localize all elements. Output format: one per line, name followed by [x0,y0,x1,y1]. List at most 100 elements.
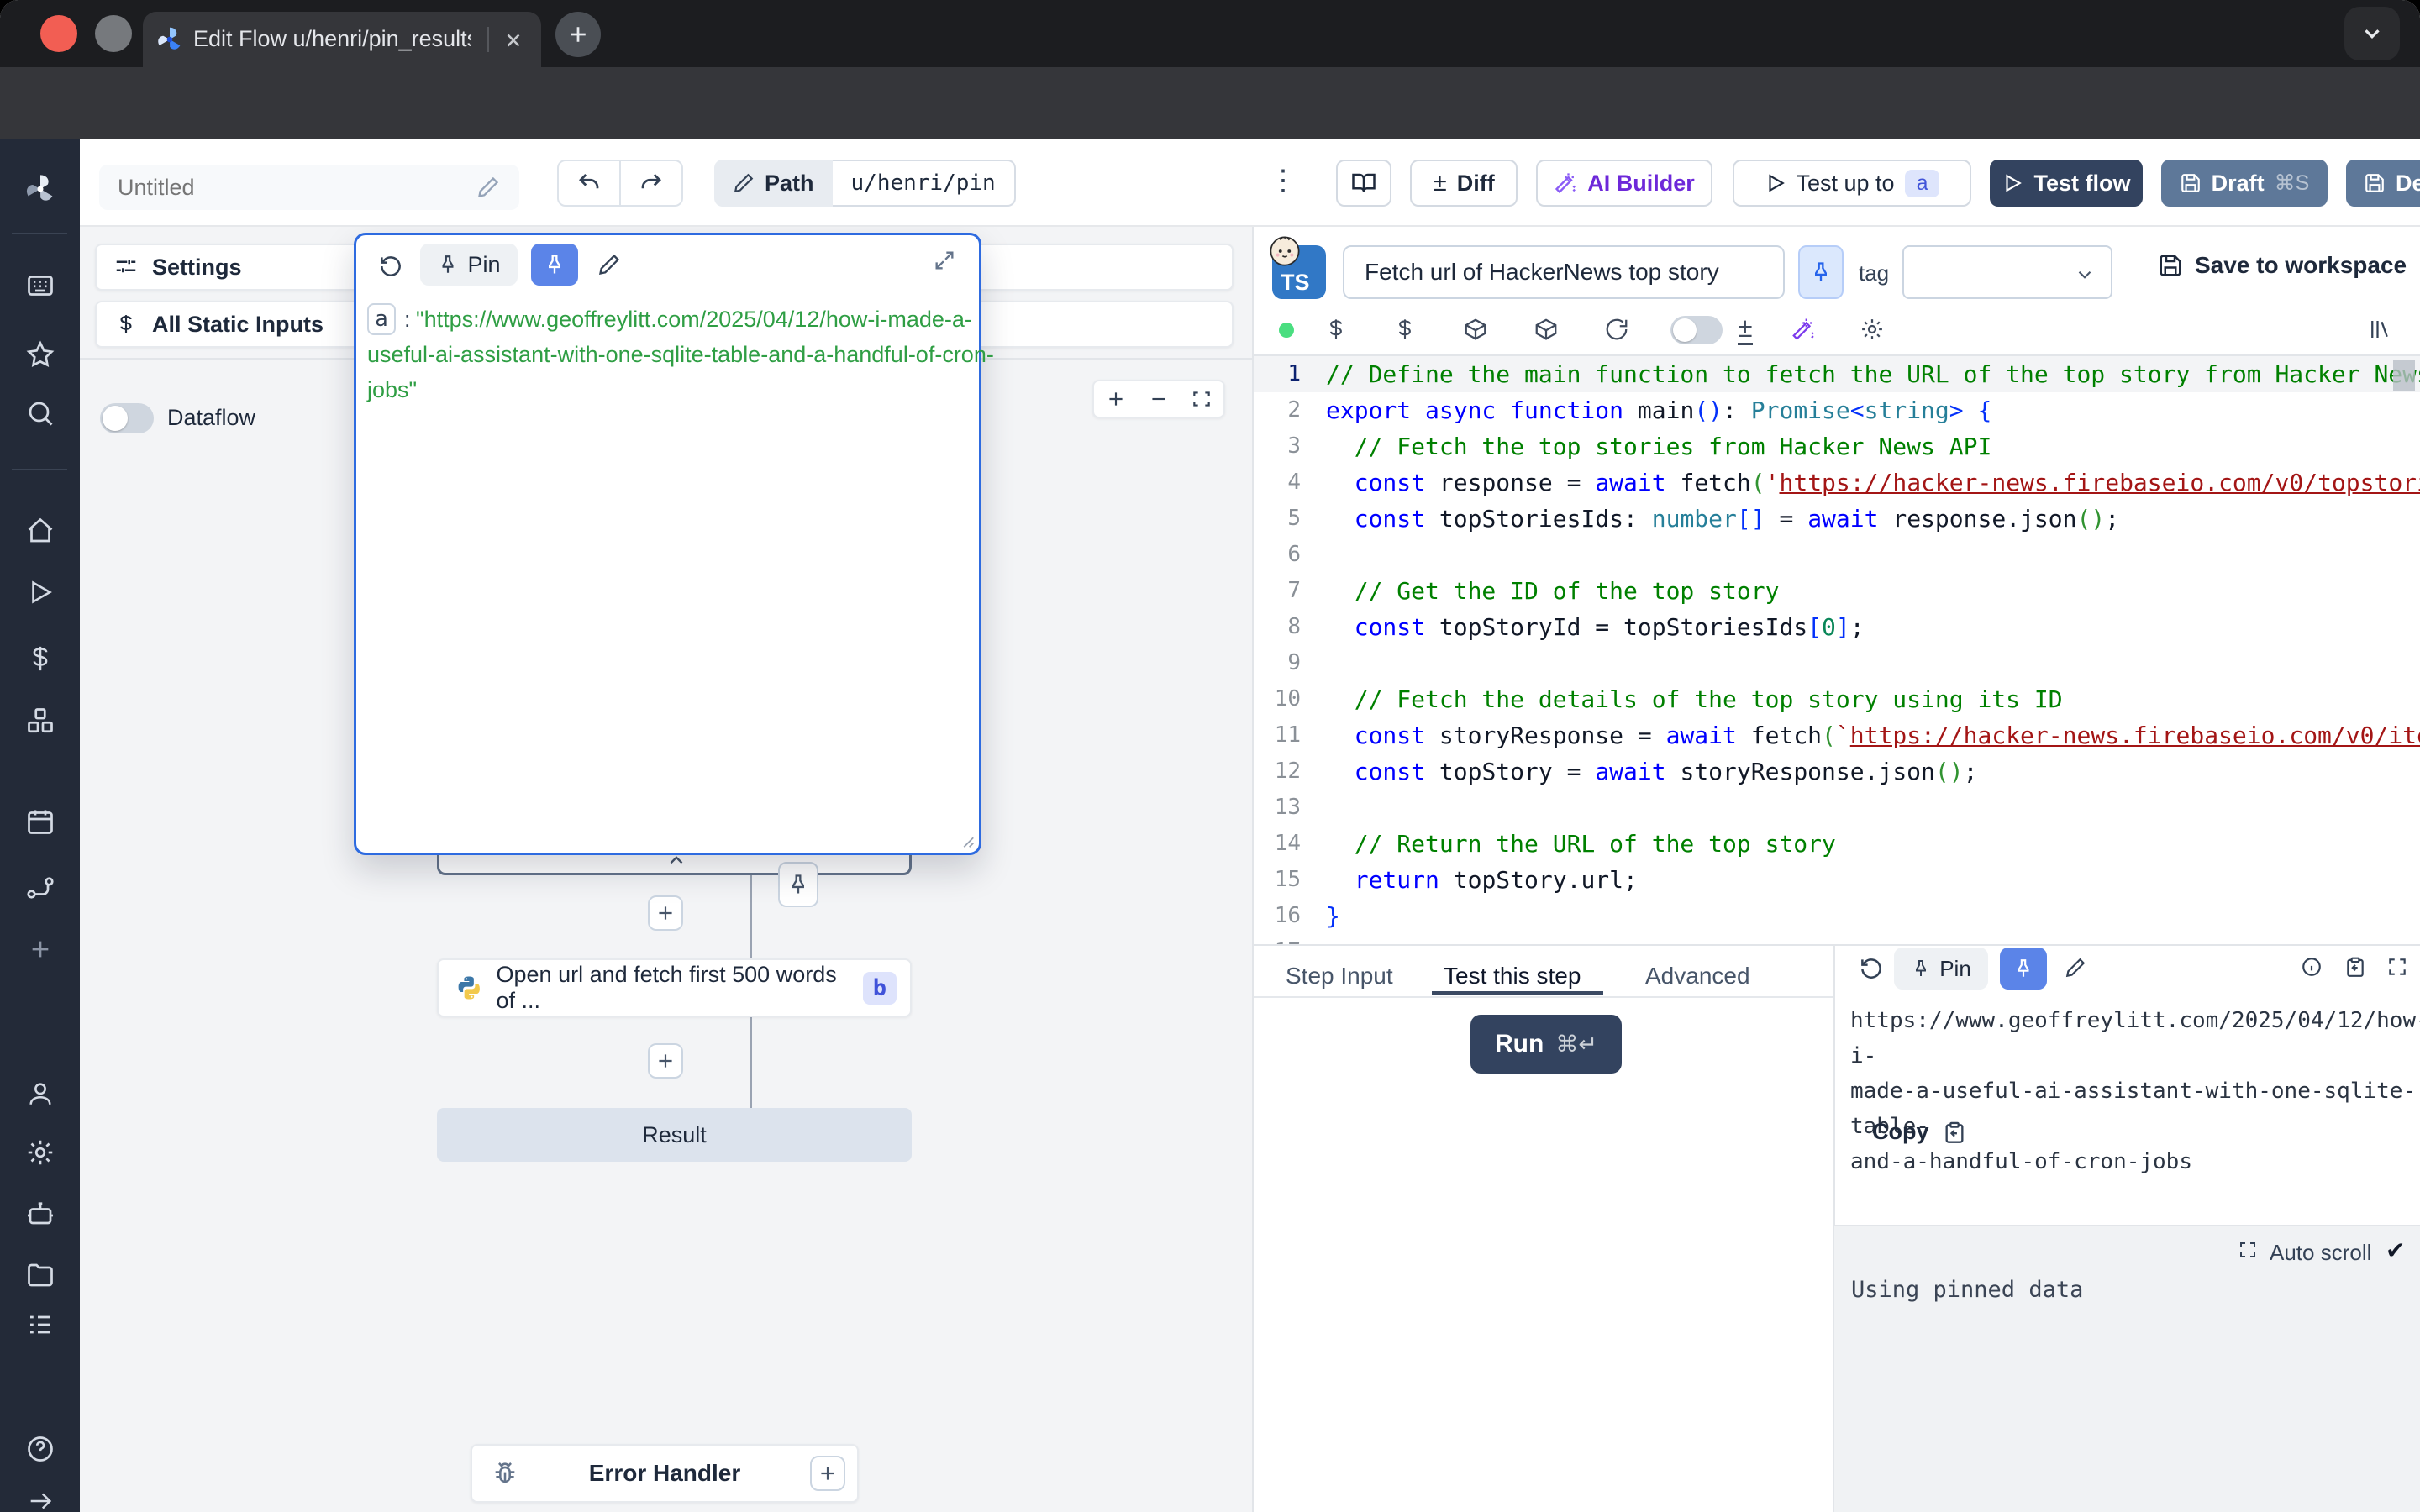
result-pin-tab-button[interactable]: Pin [1894,948,1988,990]
code-line[interactable]: 9 [1254,645,2420,681]
sidebar-item-worker-groups-icon[interactable] [0,1196,80,1230]
flow-summary-input[interactable] [99,165,519,210]
test-flow-button[interactable]: Test flow [1990,160,2143,207]
fit-view-icon[interactable] [1191,388,1213,410]
info-icon[interactable] [2299,954,2324,979]
step-pin-active-button[interactable] [1798,245,1844,299]
library-icon[interactable] [2365,314,2395,344]
sidebar-item-home-icon[interactable] [0,514,80,548]
dataflow-toggle[interactable] [100,403,154,433]
sidebar-item-favorites-star-icon[interactable] [0,338,80,371]
sidebar-item-users-icon[interactable] [0,1077,80,1110]
sidebar-item-variables-icon[interactable] [0,642,80,675]
tab-step-input[interactable]: Step Input [1286,963,1393,990]
test-up-to-button[interactable]: Test up to a [1733,160,1971,207]
package-icon[interactable] [1531,314,1561,344]
sidebar-item-logs-icon[interactable] [0,1308,80,1341]
editor-scrollbar-thumb[interactable] [2393,360,2415,391]
code-line[interactable]: 17 [1254,934,2420,944]
code-line[interactable]: 10 // Fetch the details of the top story… [1254,681,2420,717]
auto-scroll-checkmark[interactable]: ✔ [2386,1236,2405,1264]
tag-select[interactable] [1902,245,2112,299]
code-line[interactable]: 5 const topStoriesIds: number[] = await … [1254,501,2420,537]
diff-button[interactable]: ± Diff [1410,160,1518,207]
code-line[interactable]: 11 const storyResponse = await fetch(`ht… [1254,717,2420,753]
variables-dollar-icon[interactable] [1321,314,1351,344]
resize-handle-icon[interactable] [957,831,976,849]
reload-script-icon[interactable] [1602,314,1632,344]
path-group[interactable]: Path u/henri/pin [714,160,1016,207]
expand-result-icon[interactable] [2385,954,2410,979]
redo-icon[interactable] [621,161,681,205]
ai-builder-button[interactable]: AI Builder [1536,160,1712,207]
result-pin-active-button[interactable] [2000,948,2047,990]
code-line[interactable]: 12 const topStory = await storyResponse.… [1254,753,2420,790]
sidebar-item-folders-icon[interactable] [0,1258,80,1292]
sidebar-item-search-icon[interactable] [0,396,80,430]
code-line[interactable]: 14 // Return the URL of the top story [1254,826,2420,862]
docs-book-button[interactable] [1336,160,1392,207]
undo-icon[interactable] [559,161,621,205]
edit-pin-pencil-icon[interactable] [2062,954,2089,981]
run-button[interactable]: Run ⌘↵ [1470,1015,1622,1074]
node-pin-badge[interactable] [778,862,818,907]
sidebar-item-resources-icon[interactable] [0,704,80,738]
draft-button[interactable]: Draft ⌘S [2161,160,2328,207]
tab-test-this-step[interactable]: Test this step [1444,963,1581,990]
path-value[interactable]: u/henri/pin [833,160,1016,207]
close-window-button[interactable] [40,15,77,52]
package-icon[interactable] [1460,314,1491,344]
auto-scroll-label[interactable]: Auto scroll [2270,1240,2371,1266]
history-icon[interactable] [376,252,405,281]
editor-settings-gear-icon[interactable] [1857,314,1887,344]
edit-summary-pencil-icon[interactable] [475,174,502,201]
tab-search-chevron-button[interactable] [2344,7,2400,60]
sidebar-item-add-icon[interactable] [0,932,80,966]
minimize-window-button[interactable] [95,15,132,52]
new-tab-button[interactable] [555,12,601,57]
zoom-out-icon[interactable] [1148,388,1170,410]
edit-pencil-icon[interactable] [595,250,623,279]
step-name-input[interactable] [1343,245,1785,299]
zoom-in-icon[interactable] [1105,388,1127,410]
copy-button[interactable]: Copy [1872,1119,1966,1145]
ai-wand-icon[interactable] [1788,314,1818,344]
close-tab-icon[interactable] [499,26,528,55]
copy-to-clipboard-icon[interactable] [2343,954,2368,979]
code-line[interactable]: 6 [1254,537,2420,573]
code-line[interactable]: 4 const response = await fetch('https://… [1254,465,2420,501]
sidebar-item-apps[interactable] [0,269,80,302]
resources-dollar-icon[interactable] [1390,314,1420,344]
diff-plusminus-icon[interactable]: ± [1738,312,1753,345]
code-line[interactable]: 3 // Fetch the top stories from Hacker N… [1254,428,2420,465]
add-error-handler-plus-button[interactable] [810,1456,845,1491]
insert-step-plus-button[interactable] [648,1043,683,1079]
flow-node-error-handler[interactable]: Error Handler [471,1444,859,1503]
result-history-icon[interactable] [1857,954,1886,983]
expand-popup-icon[interactable] [931,247,958,274]
code-line[interactable]: 2export async function main(): Promise<s… [1254,392,2420,428]
code-editor[interactable]: 1// Define the main function to fetch th… [1254,356,2420,944]
deploy-button[interactable]: Deploy [2346,160,2420,207]
sidebar-item-workers-icon[interactable] [0,871,80,905]
sidebar-item-help-icon[interactable] [0,1432,80,1466]
path-label-segment[interactable]: Path [714,160,833,207]
sidebar-item-schedules-icon[interactable] [0,805,80,838]
windmill-logo-icon[interactable] [0,172,80,206]
tab-advanced[interactable]: Advanced [1645,963,1750,990]
code-line[interactable]: 15 return topStory.url; [1254,862,2420,898]
flow-node-result[interactable]: Result [437,1108,912,1162]
more-options-kebab-icon[interactable]: ⋮ [1269,164,1297,197]
sidebar-expand-arrow-icon[interactable] [0,1484,80,1512]
save-to-workspace-button[interactable]: Save to workspace [2158,252,2407,279]
browser-tab[interactable]: Edit Flow u/henri/pin_results [143,12,541,67]
sidebar-item-settings-gear-icon[interactable] [0,1136,80,1169]
code-line[interactable]: 1// Define the main function to fetch th… [1254,356,2420,392]
auto-scroll-expand-icon[interactable] [2236,1238,2260,1262]
sidebar-item-runs-icon[interactable] [0,575,80,609]
flow-node-b[interactable]: Open url and fetch first 500 words of ..… [437,958,912,1017]
pin-tab-button[interactable]: Pin [420,244,518,286]
pin-active-button[interactable] [531,244,578,286]
code-line[interactable]: 7 // Get the ID of the top story [1254,573,2420,609]
code-line[interactable]: 8 const topStoryId = topStoriesIds[0]; [1254,609,2420,645]
